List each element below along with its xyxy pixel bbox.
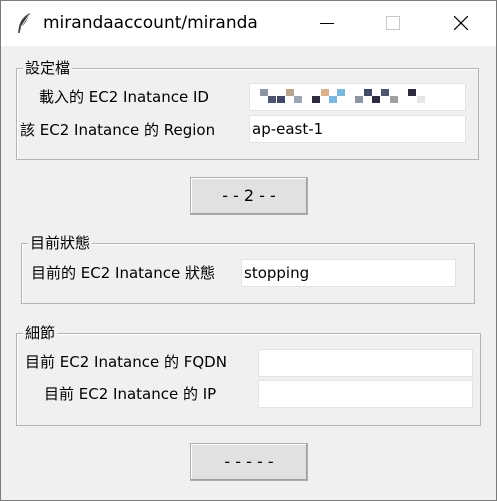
feather-icon xyxy=(15,12,33,34)
obscured-pixel xyxy=(286,89,294,96)
minimize-icon xyxy=(320,23,334,24)
details-legend: 細節 xyxy=(23,324,58,342)
close-button[interactable] xyxy=(438,1,484,46)
obscured-pixel xyxy=(337,89,345,96)
obscured-pixel xyxy=(277,96,285,103)
obscured-pixel xyxy=(390,96,398,103)
app-window: mirandaaccount/miranda 設定檔 載入的 EC2 Inata… xyxy=(0,0,497,501)
obscured-pixel xyxy=(408,89,416,96)
title-bar[interactable]: mirandaaccount/miranda xyxy=(1,1,496,46)
obscured-pixel xyxy=(312,96,320,103)
obscured-pixel xyxy=(268,96,276,103)
region-field[interactable]: ap-east-1 xyxy=(249,115,466,143)
obscured-pixel xyxy=(294,96,302,103)
status-legend: 目前狀態 xyxy=(28,234,93,252)
bottom-action-button[interactable]: - - - - - xyxy=(190,443,308,481)
maximize-icon xyxy=(386,16,400,30)
obscured-pixel xyxy=(372,96,380,103)
settings-group: 設定檔 載入的 EC2 Inatance ID 該 EC2 Inatance 的… xyxy=(16,59,479,160)
obscured-pixel xyxy=(381,89,389,96)
fqdn-label: 目前 EC2 Inatance 的 FQDN xyxy=(25,353,227,371)
obscured-pixel xyxy=(260,89,268,96)
instance-id-label: 載入的 EC2 Inatance ID xyxy=(39,88,209,106)
action-button[interactable]: - - 2 - - xyxy=(190,177,308,215)
obscured-pixel xyxy=(329,96,337,103)
obscured-pixel xyxy=(417,96,425,103)
ip-label: 目前 EC2 Inatance 的 IP xyxy=(44,385,217,403)
region-label: 該 EC2 Inatance 的 Region xyxy=(20,121,216,139)
details-group: 細節 目前 EC2 Inatance 的 FQDN 目前 EC2 Inatanc… xyxy=(16,324,481,426)
maximize-button[interactable] xyxy=(370,1,416,46)
instance-id-field[interactable] xyxy=(249,83,466,111)
obscured-pixel xyxy=(364,89,372,96)
window-title: mirandaaccount/miranda xyxy=(43,13,258,33)
state-field[interactable]: stopping xyxy=(241,259,456,287)
obscured-pixel xyxy=(321,89,329,96)
close-icon xyxy=(454,16,468,30)
fqdn-field[interactable] xyxy=(258,349,473,377)
settings-legend: 設定檔 xyxy=(23,59,73,77)
state-label: 目前的 EC2 Inatance 狀態 xyxy=(31,264,215,282)
status-group: 目前狀態 目前的 EC2 Inatance 狀態 stopping xyxy=(21,234,475,304)
minimize-button[interactable] xyxy=(304,1,350,46)
obscured-pixel xyxy=(355,96,363,103)
ip-field[interactable] xyxy=(258,380,473,408)
